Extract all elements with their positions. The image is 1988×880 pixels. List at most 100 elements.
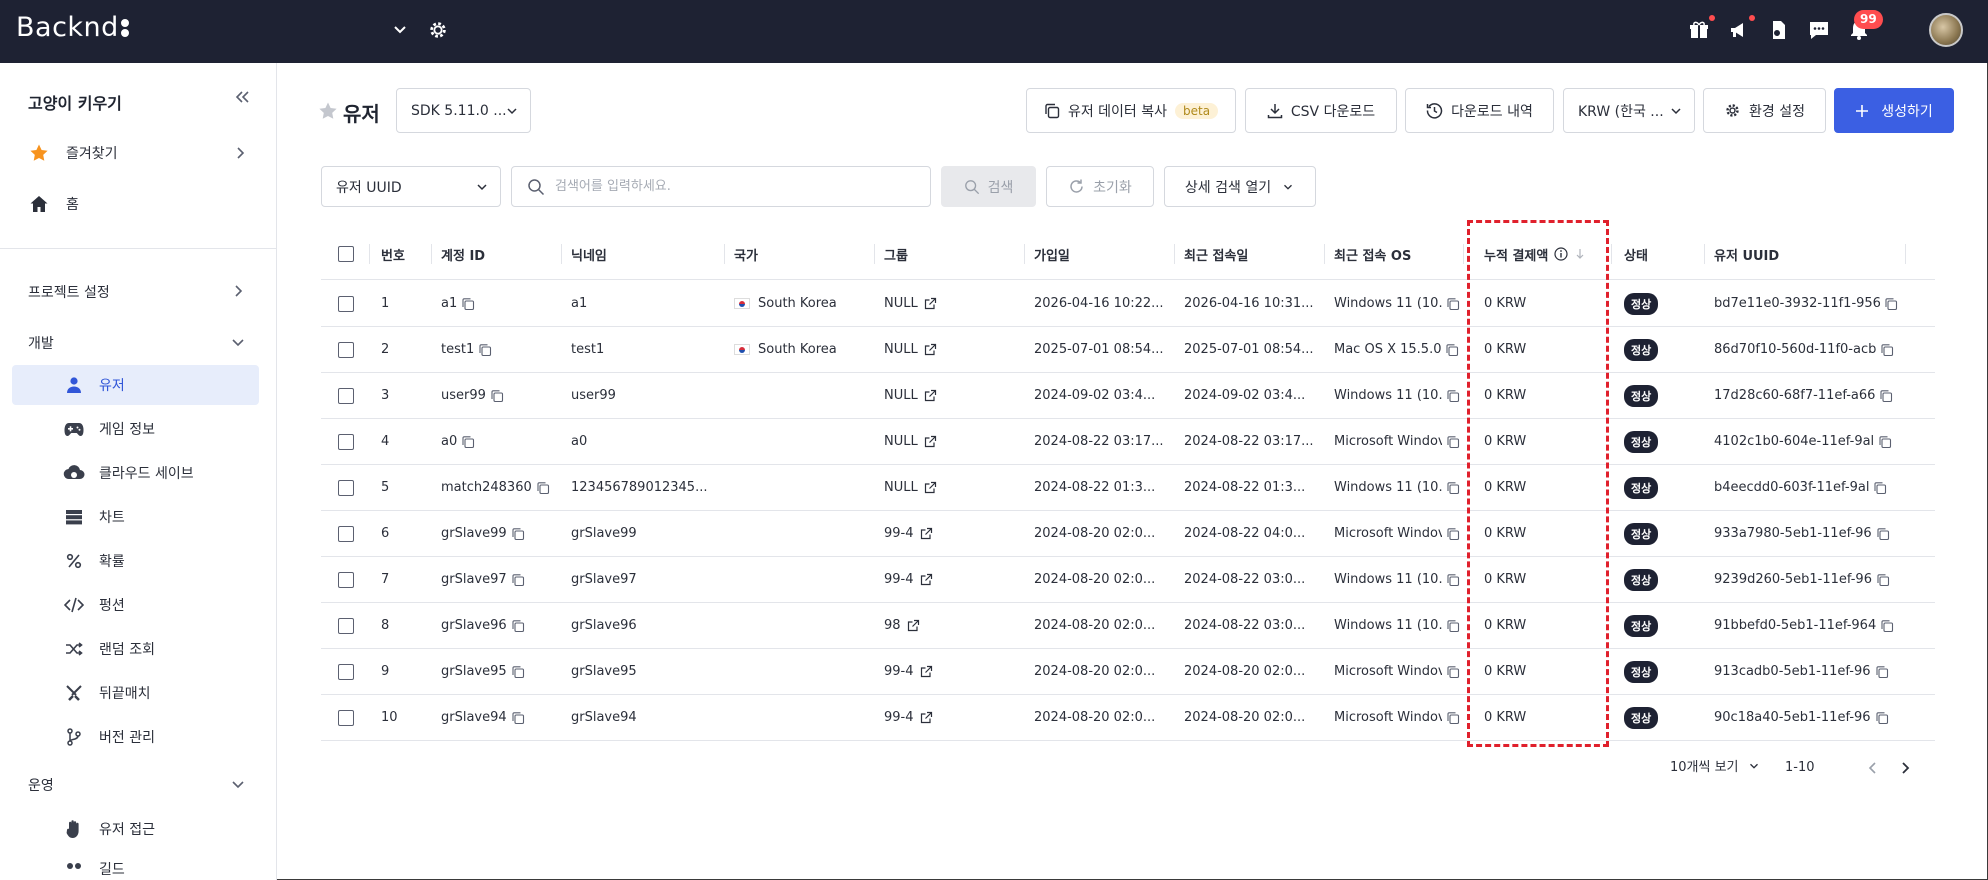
sidebar-item-user-access[interactable]: 유저 접근 [12, 809, 259, 849]
search-input[interactable] [555, 179, 915, 194]
copy-icon[interactable] [511, 619, 525, 633]
external-link-icon[interactable] [924, 297, 937, 310]
copy-icon[interactable] [1446, 619, 1460, 633]
gift-icon[interactable] [1687, 15, 1715, 42]
prev-page-icon[interactable] [1862, 757, 1884, 779]
favorite-star-icon[interactable] [318, 101, 338, 121]
copy-icon[interactable] [1880, 619, 1894, 633]
next-page-icon[interactable] [1894, 757, 1916, 779]
copy-user-data-button[interactable]: 유저 데이터 복사 beta [1026, 88, 1236, 133]
table-row[interactable]: 1 a1 a1 South Korea NULL 2026-04-16 10:22... 2… [321, 281, 1935, 327]
copy-icon[interactable] [1879, 389, 1893, 403]
column-header-joined[interactable]: 가입일 [1034, 228, 1070, 280]
chat-icon[interactable] [1807, 18, 1831, 42]
column-header-group[interactable]: 그룹 [884, 228, 908, 280]
external-link-icon[interactable] [924, 435, 937, 448]
external-link-icon[interactable] [924, 343, 937, 356]
external-link-icon[interactable] [907, 619, 920, 632]
external-link-icon[interactable] [920, 573, 933, 586]
table-row[interactable]: 9 grSlave95 grSlave95 99-4 2024-08-20 02:0..… [321, 649, 1935, 695]
sidebar-item-game-info[interactable]: 게임 정보 [12, 409, 259, 449]
column-header-last-os[interactable]: 최근 접속 OS [1334, 228, 1411, 280]
sidebar-item-probability[interactable]: 확률 [12, 541, 259, 581]
project-switch-chevron-icon[interactable] [390, 20, 410, 40]
copy-icon[interactable] [1446, 389, 1460, 403]
copy-icon[interactable] [511, 573, 525, 587]
sidebar-item-chart[interactable]: 차트 [12, 497, 259, 537]
copy-icon[interactable] [461, 297, 475, 311]
copy-icon[interactable] [461, 435, 475, 449]
sidebar-item-function[interactable]: 펑션 [12, 585, 259, 625]
reset-button[interactable]: 초기화 [1046, 166, 1154, 207]
row-checkbox[interactable] [338, 479, 354, 496]
sidebar-section-dev[interactable]: 개발 [28, 333, 54, 353]
copy-icon[interactable] [1876, 573, 1890, 587]
column-header-last-login[interactable]: 최근 접속일 [1184, 228, 1248, 280]
create-button[interactable]: 생성하기 [1834, 88, 1954, 133]
copy-icon[interactable] [490, 389, 504, 403]
csv-download-button[interactable]: CSV 다운로드 [1245, 88, 1397, 133]
table-row[interactable]: 4 a0 a0 NULL 2024-08-22 03:17... 2024-08-22 0… [321, 419, 1935, 465]
chevron-right-icon[interactable] [229, 282, 247, 300]
page-size-select[interactable]: 10개씩 보기 [1670, 756, 1761, 775]
copy-icon[interactable] [536, 481, 550, 495]
search-button[interactable]: 검색 [941, 166, 1036, 207]
sidebar-item-random[interactable]: 랜덤 조회 [12, 629, 259, 669]
sidebar-item-favorites[interactable]: 즐겨찾기 [12, 133, 259, 173]
copy-icon[interactable] [1446, 527, 1460, 541]
copy-icon[interactable] [1878, 435, 1892, 449]
copy-icon[interactable] [511, 711, 525, 725]
table-row[interactable]: 10 grSlave94 grSlave94 99-4 2024-08-20 02:0.… [321, 695, 1935, 741]
megaphone-icon[interactable] [1727, 15, 1755, 42]
chevron-down-icon[interactable] [229, 775, 247, 793]
row-checkbox[interactable] [338, 617, 354, 634]
chevron-down-icon[interactable] [229, 333, 247, 351]
external-link-icon[interactable] [924, 389, 937, 402]
search-field-select[interactable]: 유저 UUID [321, 166, 501, 207]
sidebar-item-cloud-save[interactable]: 클라우드 세이브 [12, 453, 259, 493]
copy-icon[interactable] [1875, 711, 1889, 725]
copy-icon[interactable] [1446, 665, 1460, 679]
copy-icon[interactable] [1446, 435, 1460, 449]
download-history-button[interactable]: 다운로드 내역 [1405, 88, 1554, 133]
row-checkbox[interactable] [338, 709, 354, 726]
copy-icon[interactable] [1880, 343, 1894, 357]
copy-icon[interactable] [1446, 573, 1460, 587]
column-header-country[interactable]: 국가 [734, 228, 758, 280]
copy-icon[interactable] [1873, 481, 1887, 495]
backnd-logo[interactable]: Backnd [16, 12, 129, 43]
table-row[interactable]: 3 user99 user99 NULL 2024-09-02 03:4... 2024-… [321, 373, 1935, 419]
gear-icon[interactable] [427, 19, 449, 41]
column-header-total-payment[interactable]: 누적 결제액 [1484, 228, 1586, 280]
table-row[interactable]: 6 grSlave99 grSlave99 99-4 2024-08-20 02:0..… [321, 511, 1935, 557]
copy-icon[interactable] [1446, 711, 1460, 725]
advanced-search-button[interactable]: 상세 검색 열기 [1164, 166, 1316, 207]
table-row[interactable]: 8 grSlave96 grSlave96 98 2024-08-20 02:0... 2… [321, 603, 1935, 649]
collapse-sidebar-icon[interactable] [231, 86, 253, 108]
env-settings-button[interactable]: 환경 설정 [1703, 88, 1826, 133]
copy-icon[interactable] [1876, 527, 1890, 541]
copy-icon[interactable] [478, 343, 492, 357]
table-row[interactable]: 2 test1 test1 South Korea NULL 2025-07-01 08:… [321, 327, 1935, 373]
copy-icon[interactable] [511, 527, 525, 541]
sidebar-item-user[interactable]: 유저 [12, 365, 259, 405]
search-input-box[interactable] [511, 166, 931, 207]
copy-icon[interactable] [1884, 297, 1898, 311]
document-sign-icon[interactable] [1767, 18, 1791, 42]
sort-down-icon[interactable] [1574, 247, 1586, 261]
external-link-icon[interactable] [920, 665, 933, 678]
sdk-version-select[interactable]: SDK 5.11.0 ... [396, 88, 531, 133]
table-row[interactable]: 5 match248360 123456789012345... NULL 2024-0… [321, 465, 1935, 511]
copy-icon[interactable] [1446, 297, 1460, 311]
row-checkbox[interactable] [338, 341, 354, 358]
select-all-checkbox[interactable] [338, 246, 354, 262]
currency-select[interactable]: KRW (한국 ... [1563, 88, 1695, 133]
external-link-icon[interactable] [924, 481, 937, 494]
sidebar-section-project-settings[interactable]: 프로젝트 설정 [28, 282, 110, 302]
column-header-nickname[interactable]: 닉네임 [571, 228, 607, 280]
row-checkbox[interactable] [338, 525, 354, 542]
row-checkbox[interactable] [338, 663, 354, 680]
row-checkbox[interactable] [338, 571, 354, 588]
sidebar-item-version[interactable]: 버전 관리 [12, 717, 259, 757]
sidebar-item-match[interactable]: 뒤끝매치 [12, 673, 259, 713]
